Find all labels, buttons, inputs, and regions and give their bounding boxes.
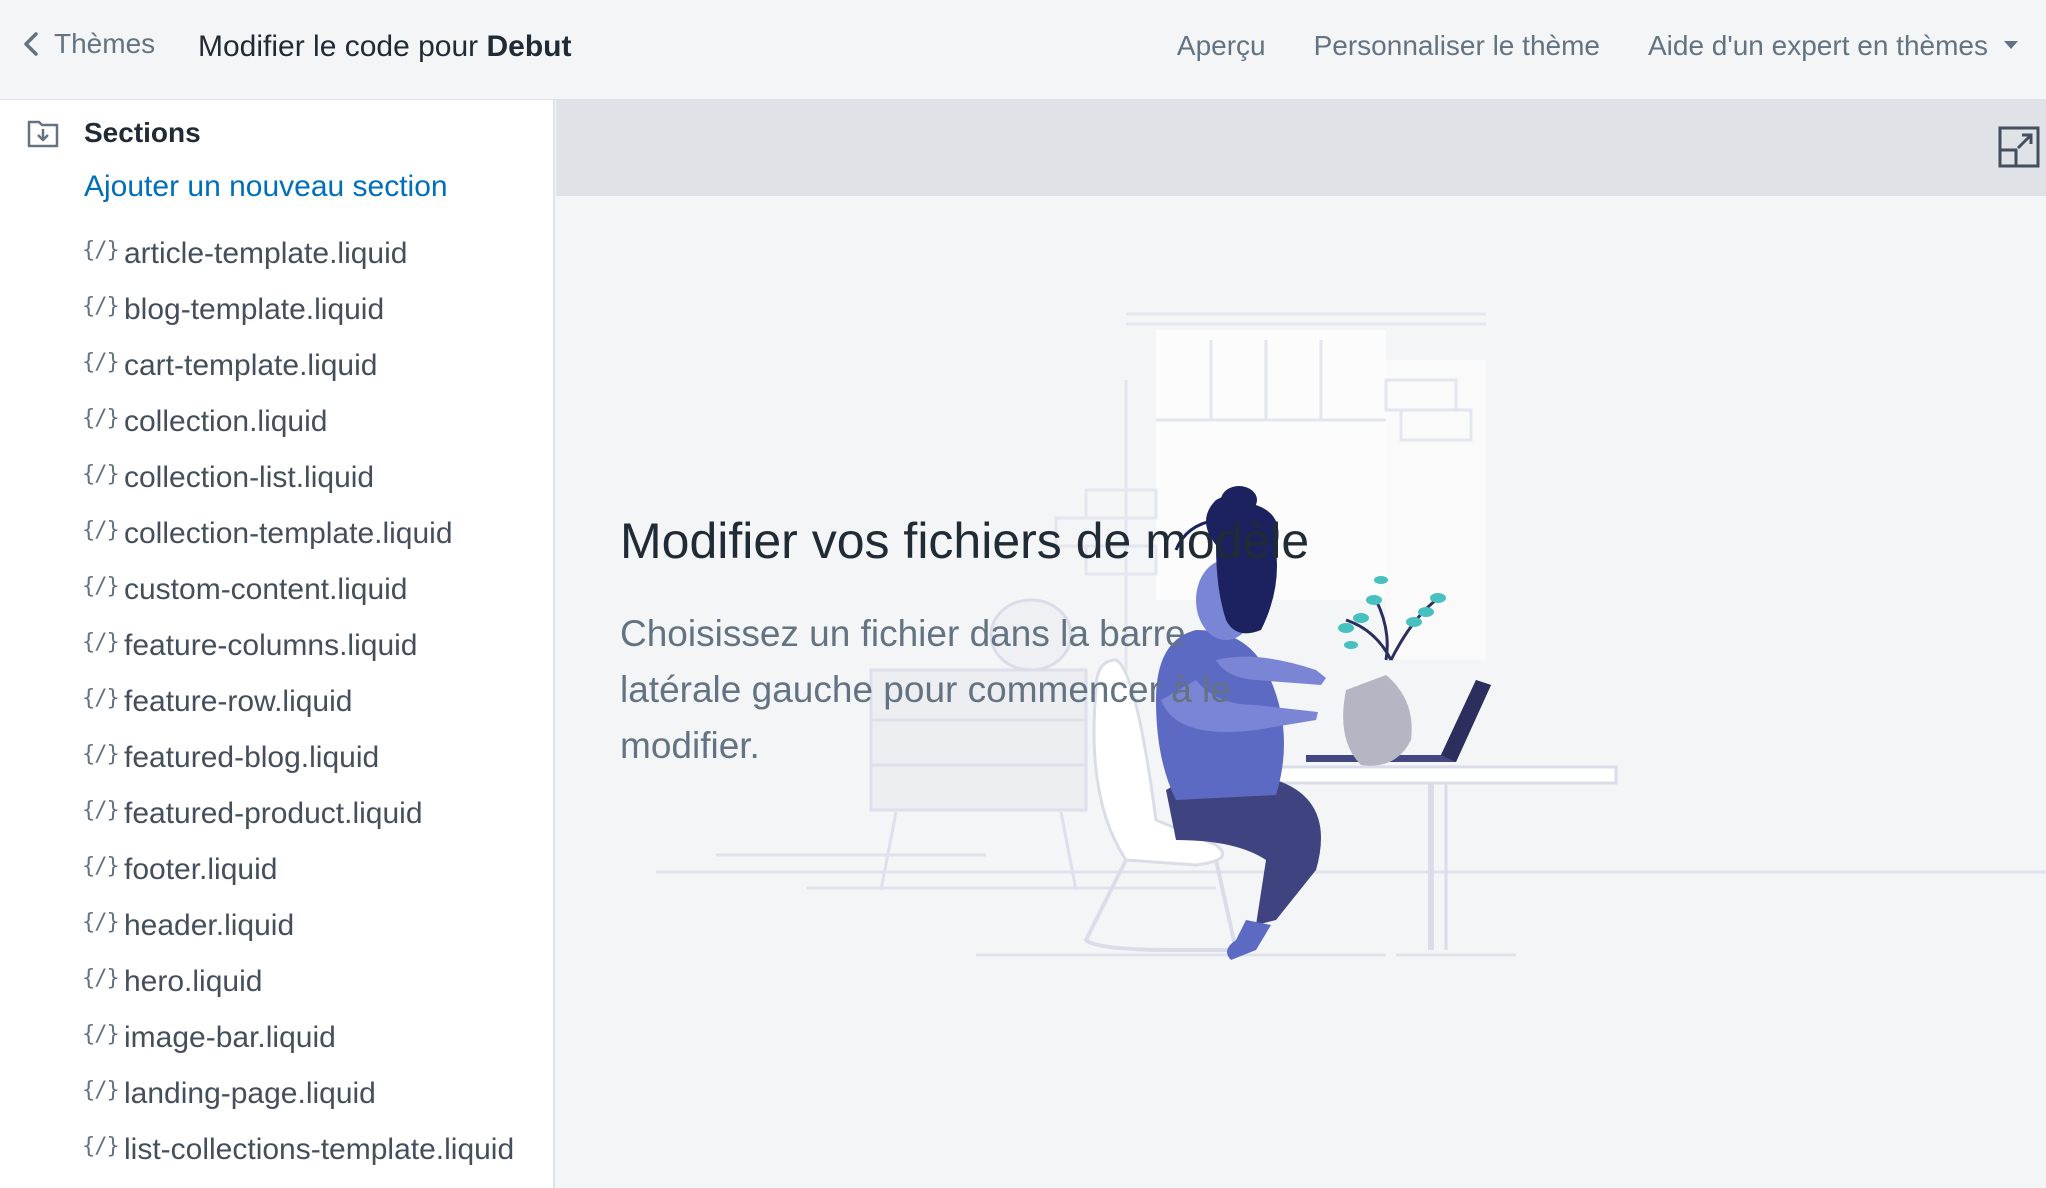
file-name: footer.liquid: [124, 853, 278, 886]
editor-main: Modifier vos fichiers de modèle Choisiss…: [556, 100, 2046, 1188]
liquid-file-icon: {/}: [82, 741, 120, 767]
editor-toolbar: [556, 100, 2046, 196]
file-name: cart-template.liquid: [124, 349, 378, 382]
sections-title: Sections: [84, 117, 201, 148]
file-name: feature-columns.liquid: [124, 629, 418, 662]
liquid-file-icon: {/}: [82, 517, 120, 543]
file-name: collection-template.liquid: [124, 517, 453, 550]
liquid-file-icon: {/}: [82, 685, 120, 711]
file-name: feature-row.liquid: [124, 685, 353, 718]
liquid-file-icon: {/}: [82, 629, 120, 655]
file-name: collection.liquid: [124, 405, 328, 438]
file-name: custom-content.liquid: [124, 573, 408, 606]
theme-name: Debut: [486, 30, 572, 63]
liquid-file-icon: {/}: [82, 405, 120, 431]
file-item[interactable]: {/} hero.liquid: [82, 954, 514, 1010]
file-name: landing-page.liquid: [124, 1077, 376, 1110]
liquid-file-icon: {/}: [82, 293, 120, 319]
file-sidebar: Sections Ajouter un nouveau section {/} a…: [0, 100, 555, 1188]
liquid-file-icon: {/}: [82, 237, 120, 263]
file-item[interactable]: {/} featured-blog.liquid: [82, 730, 514, 786]
page-title: Modifier le code pour Debut: [198, 30, 572, 64]
expert-help-label: Aide d'un expert en thèmes: [1647, 30, 1988, 61]
liquid-file-icon: {/}: [82, 797, 120, 823]
liquid-file-icon: {/}: [82, 1077, 120, 1103]
expand-icon[interactable]: [1998, 126, 2040, 168]
expert-help-dropdown[interactable]: Aide d'un expert en thèmes: [1648, 30, 2018, 62]
file-name: list-collections-template.liquid: [124, 1133, 515, 1166]
liquid-file-icon: {/}: [82, 1133, 120, 1159]
header-actions: Aperçu Personnaliser le thème Aide d'un …: [1129, 30, 2018, 62]
file-item[interactable]: {/} feature-row.liquid: [82, 674, 514, 730]
file-item[interactable]: {/} collection-list.liquid: [82, 450, 514, 506]
liquid-file-icon: {/}: [82, 853, 120, 879]
file-name: featured-product.liquid: [124, 797, 423, 830]
file-item[interactable]: {/} list-collections-template.liquid: [82, 1122, 514, 1178]
empty-state-description: Choisissez un fichier dans la barre laté…: [620, 613, 1231, 766]
file-item[interactable]: {/} landing-page.liquid: [82, 1066, 514, 1122]
file-item[interactable]: {/} custom-content.liquid: [82, 562, 514, 618]
back-label: Thèmes: [54, 28, 156, 59]
empty-state-heading: Modifier vos fichiers de modèle: [620, 513, 1310, 569]
file-name: article-template.liquid: [124, 237, 408, 270]
preview-link[interactable]: Aperçu: [1177, 30, 1266, 62]
file-item[interactable]: {/} collection-template.liquid: [82, 506, 514, 562]
file-name: blog-template.liquid: [124, 293, 385, 326]
file-item[interactable]: {/} header.liquid: [82, 898, 514, 954]
file-item[interactable]: {/} article-template.liquid: [82, 226, 514, 282]
add-section-link[interactable]: Ajouter un nouveau section: [84, 170, 448, 204]
file-name: hero.liquid: [124, 965, 263, 998]
file-item[interactable]: {/} image-bar.liquid: [82, 1010, 514, 1066]
top-bar: Thèmes Modifier le code pour Debut Aperç…: [0, 0, 2046, 100]
file-item[interactable]: {/} feature-columns.liquid: [82, 618, 514, 674]
title-prefix: Modifier le code pour: [198, 30, 479, 63]
file-name: collection-list.liquid: [124, 461, 375, 494]
folder-download-icon: [27, 120, 59, 148]
liquid-file-icon: {/}: [82, 349, 120, 375]
file-name: header.liquid: [124, 909, 295, 942]
liquid-file-icon: {/}: [82, 461, 120, 487]
sections-folder[interactable]: Sections: [26, 116, 201, 150]
customize-theme-link[interactable]: Personnaliser le thème: [1314, 30, 1600, 62]
caret-down-icon: [2004, 40, 2018, 49]
file-item[interactable]: {/} featured-product.liquid: [82, 786, 514, 842]
file-name: featured-blog.liquid: [124, 741, 380, 774]
file-list: {/} article-template.liquid {/} blog-templa…: [82, 226, 514, 1178]
liquid-file-icon: {/}: [82, 573, 120, 599]
chevron-left-icon: [24, 32, 38, 56]
file-item[interactable]: {/} collection.liquid: [82, 394, 514, 450]
back-to-themes-link[interactable]: Thèmes: [22, 28, 155, 60]
file-item[interactable]: {/} footer.liquid: [82, 842, 514, 898]
liquid-file-icon: {/}: [82, 965, 120, 991]
file-name: image-bar.liquid: [124, 1021, 336, 1054]
file-item[interactable]: {/} cart-template.liquid: [82, 338, 514, 394]
liquid-file-icon: {/}: [82, 909, 120, 935]
liquid-file-icon: {/}: [82, 1021, 120, 1047]
file-item[interactable]: {/} blog-template.liquid: [82, 282, 514, 338]
